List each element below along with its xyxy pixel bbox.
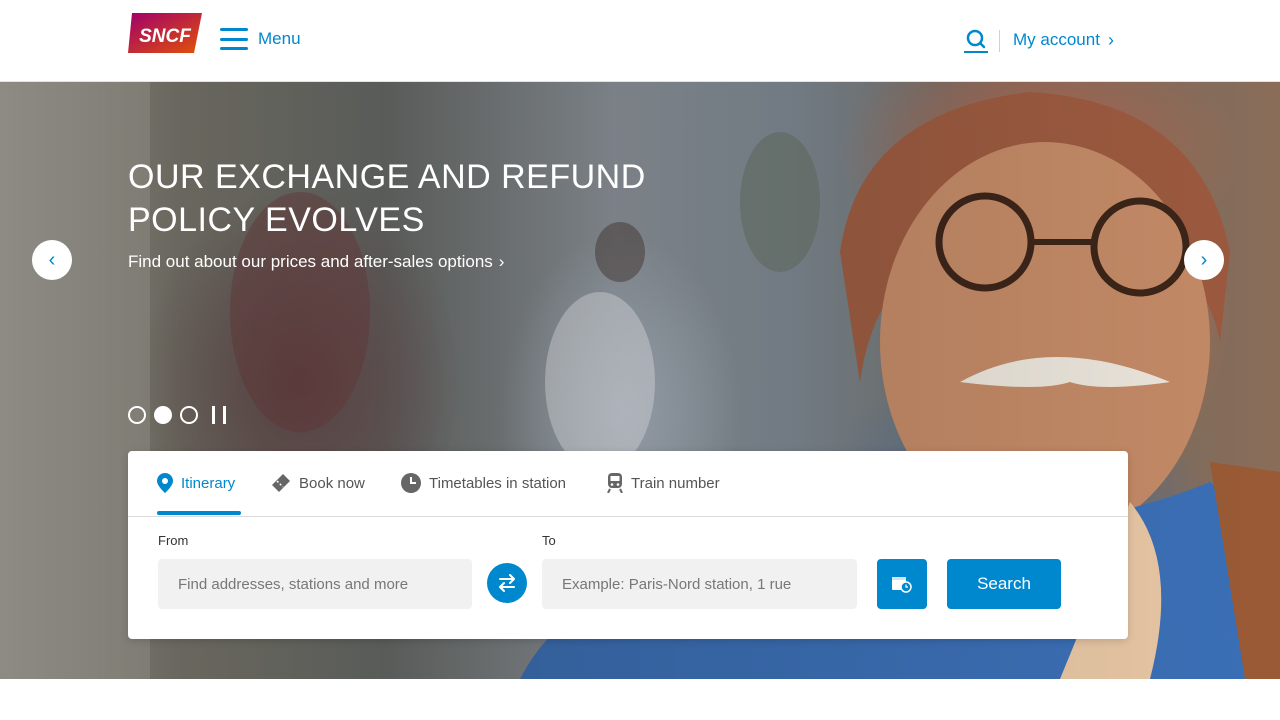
logo-text: SNCF xyxy=(139,26,192,47)
tab-timetables[interactable]: Timetables in station xyxy=(401,471,566,495)
tab-label: Train number xyxy=(631,474,720,492)
swap-button[interactable] xyxy=(487,563,527,603)
to-label: To xyxy=(542,533,556,548)
swap-arrows-icon xyxy=(499,574,515,592)
from-input[interactable] xyxy=(158,559,472,609)
site-header: SNCF Menu My account › xyxy=(0,0,1280,82)
search-tabs: Itinerary Book now Timetables in station xyxy=(128,451,1128,517)
from-label: From xyxy=(158,533,189,548)
carousel-prev-button[interactable]: ‹ xyxy=(32,240,72,280)
hero-link[interactable]: Find out about our prices and after-sale… xyxy=(128,252,504,272)
search-icon xyxy=(964,29,988,53)
search-button[interactable]: Search xyxy=(947,559,1061,609)
clock-icon xyxy=(401,473,421,493)
tab-label: Timetables in station xyxy=(429,474,567,492)
tab-book-now[interactable]: Book now xyxy=(271,471,365,495)
carousel-dot-2[interactable] xyxy=(154,406,172,424)
tab-label: Itinerary xyxy=(181,474,236,492)
tab-label: Book now xyxy=(299,474,365,492)
carousel-dot-3[interactable] xyxy=(180,406,198,424)
carousel-dot-1[interactable] xyxy=(128,406,146,424)
chevron-right-icon: › xyxy=(498,252,505,271)
chevron-right-icon: › xyxy=(1200,248,1208,271)
carousel-indicators xyxy=(128,406,226,424)
ticket-icon xyxy=(272,474,290,492)
menu-button[interactable]: Menu xyxy=(220,26,301,52)
date-picker-button[interactable] xyxy=(877,559,927,609)
chevron-left-icon: ‹ xyxy=(48,248,56,271)
my-account-label: My account xyxy=(1013,30,1100,49)
calendar-clock-icon xyxy=(892,577,912,593)
carousel-next-button[interactable]: › xyxy=(1184,240,1224,280)
active-tab-indicator xyxy=(157,511,241,515)
my-account-link[interactable]: My account › xyxy=(1013,30,1114,50)
sncf-logo[interactable]: SNCF xyxy=(128,13,202,53)
pause-icon[interactable] xyxy=(212,406,226,424)
tab-train-number[interactable]: Train number xyxy=(607,471,720,495)
to-input[interactable] xyxy=(542,559,857,609)
tab-itinerary[interactable]: Itinerary xyxy=(157,471,235,495)
hero-title: OUR EXCHANGE AND REFUND POLICY EVOLVES xyxy=(128,158,646,239)
hero-link-label: Find out about our prices and after-sale… xyxy=(128,252,493,271)
header-divider xyxy=(999,30,1000,52)
menu-label: Menu xyxy=(258,29,301,48)
itinerary-search-panel: Itinerary Book now Timetables in station xyxy=(128,451,1128,639)
search-button[interactable] xyxy=(962,28,990,54)
location-pin-icon xyxy=(157,473,173,493)
train-icon xyxy=(607,473,623,493)
chevron-right-icon: › xyxy=(1107,30,1114,50)
hamburger-icon xyxy=(220,28,248,50)
